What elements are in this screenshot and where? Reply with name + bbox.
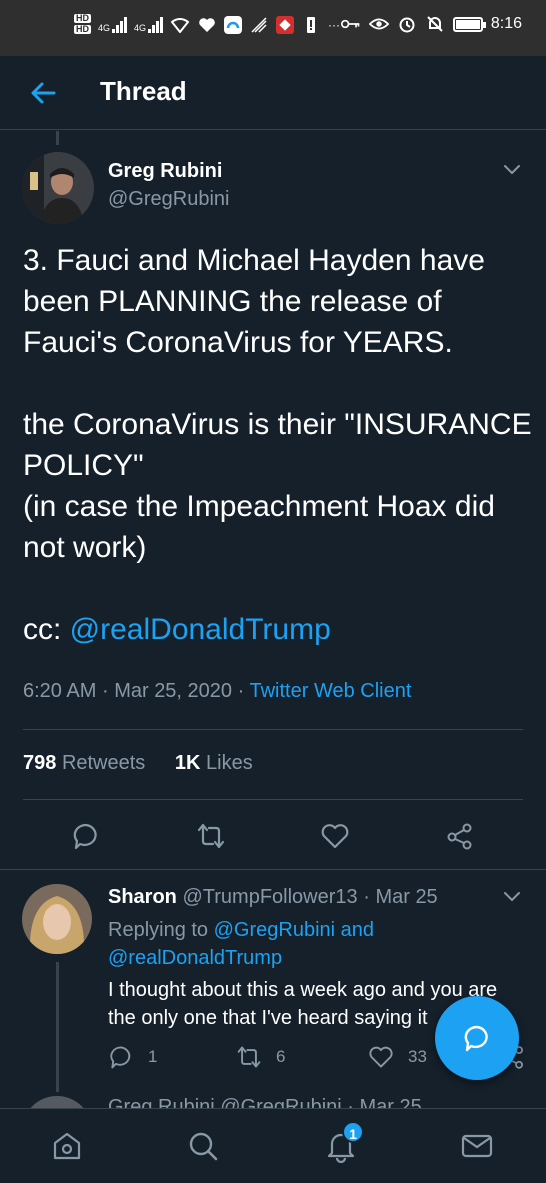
- compose-reply-icon: [464, 1025, 488, 1052]
- tweet-date: Mar 25, 2020: [114, 680, 233, 702]
- divider: [23, 729, 523, 730]
- clock: 8:16: [490, 15, 522, 32]
- retweet-icon[interactable]: [196, 821, 226, 851]
- divider: [23, 799, 523, 800]
- reply-header: Sharon @TrumpFollower13 · Mar 25: [108, 886, 438, 909]
- chevron-down-icon[interactable]: [503, 160, 521, 178]
- next-reply-peek[interactable]: Greg Rubini @GregRubini · Mar 25: [0, 1096, 546, 1108]
- author-handle[interactable]: @GregRubini: [108, 188, 229, 211]
- back-arrow-icon[interactable]: [28, 78, 58, 108]
- reply-author-handle[interactable]: @TrumpFollower13: [182, 886, 357, 908]
- reply-icon: [110, 1046, 131, 1069]
- like-icon[interactable]: [320, 821, 350, 851]
- bottom-navigation: [0, 1108, 546, 1183]
- hd-indicator: HD HD: [74, 14, 91, 36]
- search-icon[interactable]: [186, 1129, 220, 1163]
- app-notification-icon-3: [276, 16, 295, 34]
- retweets-count: 798: [23, 752, 57, 774]
- mute-bell-icon: [425, 14, 445, 34]
- mention-link[interactable]: @realDonaldTrump: [70, 613, 331, 646]
- retweets-label: Retweets: [61, 752, 146, 774]
- app-notification-icon: [224, 16, 243, 34]
- replying-to: Replying to @GregRubini and @realDonaldT…: [108, 916, 408, 972]
- like-icon: [369, 1046, 393, 1068]
- likes-count: 1K: [174, 752, 201, 774]
- network-type: 4G: [98, 23, 111, 33]
- tweet-meta: 6:20 AM · Mar 25, 2020 · Twitter Web Cli…: [23, 680, 411, 703]
- status-right-icons: 8:16: [340, 14, 522, 34]
- more-notifications: ···: [328, 18, 341, 32]
- thread-connector: [56, 131, 59, 145]
- like-count: 33: [408, 1047, 427, 1066]
- thread-header: Thread: [0, 56, 546, 130]
- status-left-icons: HD HD 4G 4G ···: [74, 14, 340, 36]
- reply-author-avatar: [22, 1096, 92, 1108]
- reply-reply-action[interactable]: 1: [108, 1044, 157, 1070]
- divider: [0, 869, 546, 870]
- author-name[interactable]: Greg Rubini: [108, 160, 222, 183]
- status-bar: HD HD 4G 4G ··· 8:16: [0, 0, 546, 56]
- next-reply-header: Greg Rubini @GregRubini · Mar 25: [108, 1096, 422, 1108]
- retweet-count: 6: [276, 1047, 286, 1066]
- network-type: 4G: [134, 23, 147, 33]
- tweet-time: 6:20 AM: [23, 680, 97, 702]
- reply-count: 1: [148, 1047, 158, 1066]
- eye-icon: [368, 14, 389, 34]
- retweets-stat[interactable]: 798 Retweets: [23, 752, 145, 774]
- thread-connector: [56, 962, 59, 1092]
- app-notification-icon-2: [249, 15, 269, 35]
- warning-battery-icon: [301, 15, 321, 35]
- tweet-body: 3. Fauci and Michael Hayden have been PL…: [23, 240, 533, 650]
- tweet-stats: 798 Retweets 1K Likes: [23, 752, 253, 775]
- reply-author-name[interactable]: Sharon: [108, 886, 177, 908]
- chevron-down-icon[interactable]: [503, 887, 521, 905]
- health-icon: [197, 15, 217, 35]
- signal-1-icon: 4G: [98, 17, 128, 33]
- mention-link[interactable]: @GregRubini: [214, 919, 335, 941]
- reply-icon[interactable]: [71, 821, 101, 851]
- messages-icon[interactable]: [460, 1129, 494, 1163]
- retweet-icon: [237, 1046, 261, 1068]
- cc-prefix: cc:: [23, 613, 70, 646]
- share-icon[interactable]: [445, 821, 475, 851]
- mention-link[interactable]: @realDonaldTrump: [108, 947, 282, 969]
- compose-reply-button[interactable]: [435, 996, 519, 1080]
- page-title: Thread: [100, 76, 187, 106]
- home-icon[interactable]: [50, 1129, 84, 1163]
- reply-author-avatar[interactable]: [22, 884, 92, 954]
- signal-2-icon: 4G: [134, 17, 164, 33]
- reply-like-action[interactable]: 33: [368, 1044, 427, 1070]
- reply-retweet-action[interactable]: 6: [236, 1044, 285, 1070]
- alarm-icon: [397, 14, 417, 34]
- replying-prefix: Replying to: [108, 919, 209, 941]
- key-icon: [340, 14, 361, 34]
- author-avatar[interactable]: [22, 152, 94, 224]
- likes-label: Likes: [206, 752, 253, 774]
- tweet-client-link[interactable]: Twitter Web Client: [249, 680, 411, 702]
- wifi-icon: [170, 15, 190, 35]
- meta-separator: ·: [363, 886, 370, 908]
- reply-date: Mar 25: [375, 886, 438, 908]
- meta-separator: ·: [101, 680, 109, 702]
- tweet-text: 3. Fauci and Michael Hayden have been PL…: [23, 244, 532, 564]
- likes-stat[interactable]: 1K Likes: [175, 752, 253, 774]
- meta-separator: ·: [237, 680, 245, 702]
- notifications-badge: 1: [342, 1121, 364, 1143]
- hd-label: HD: [74, 13, 91, 23]
- replying-and[interactable]: and: [341, 919, 374, 941]
- battery-icon: [452, 16, 486, 32]
- hd-label: HD: [74, 24, 91, 34]
